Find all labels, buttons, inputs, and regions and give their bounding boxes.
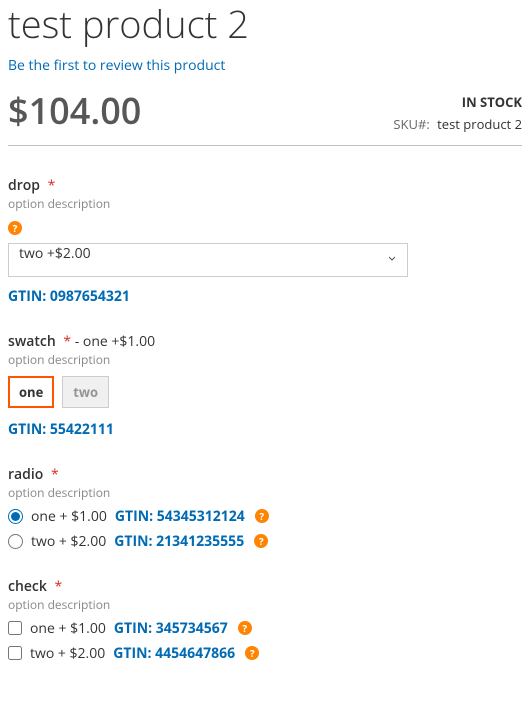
help-icon[interactable]: ?: [238, 621, 252, 635]
radio-text: two + $2.00: [31, 532, 106, 551]
required-star: *: [63, 332, 71, 351]
option-label: check: [8, 577, 47, 596]
radio-item[interactable]: two + $2.00 GTIN: 21341235555 ?: [8, 532, 522, 551]
divider: [8, 145, 522, 146]
required-star: *: [48, 176, 56, 195]
option-description: option description: [8, 351, 522, 368]
check-item[interactable]: one + $1.00 GTIN: 345734567 ?: [8, 619, 522, 638]
page-title: test product 2: [8, 4, 522, 46]
help-icon[interactable]: ?: [255, 509, 269, 523]
check-text: two + $2.00: [30, 644, 105, 663]
option-drop: drop * option description ? two +$2.00 G…: [8, 176, 522, 306]
help-icon[interactable]: ?: [245, 646, 259, 660]
gtin-value: GTIN: 55422111: [8, 420, 522, 439]
checkbox-input[interactable]: [8, 646, 22, 660]
gtin-value: GTIN: 4454647866: [113, 644, 235, 663]
option-label: radio: [8, 465, 43, 484]
option-description: option description: [8, 484, 522, 501]
help-icon[interactable]: ?: [8, 221, 22, 235]
option-check: check * option description one + $1.00 G…: [8, 577, 522, 663]
drop-select[interactable]: two +$2.00: [8, 243, 408, 277]
option-swatch: swatch * - one +$1.00 option description…: [8, 332, 522, 439]
swatch-option-two[interactable]: two: [62, 376, 109, 408]
help-icon[interactable]: ?: [254, 534, 268, 548]
required-star: *: [55, 577, 63, 596]
price: $104.00: [8, 93, 141, 129]
review-link[interactable]: Be the first to review this product: [8, 56, 225, 75]
gtin-value: GTIN: 54345312124: [115, 507, 245, 526]
option-radio: radio * option description one + $1.00 G…: [8, 465, 522, 551]
radio-text: one + $1.00: [31, 507, 107, 526]
swatch-selected-label: - one +$1.00: [75, 332, 155, 351]
option-description: option description: [8, 596, 522, 613]
sku-label: SKU#:: [393, 115, 429, 133]
radio-item[interactable]: one + $1.00 GTIN: 54345312124 ?: [8, 507, 522, 526]
gtin-value: GTIN: 0987654321: [8, 287, 522, 306]
swatch-option-one[interactable]: one: [8, 376, 54, 408]
option-label: drop: [8, 176, 40, 195]
radio-input[interactable]: [8, 509, 23, 524]
option-label: swatch: [8, 332, 56, 351]
option-description: option description: [8, 195, 522, 212]
radio-input[interactable]: [8, 534, 23, 549]
stock-status: IN STOCK: [393, 93, 522, 111]
gtin-value: GTIN: 21341235555: [114, 532, 244, 551]
check-item[interactable]: two + $2.00 GTIN: 4454647866 ?: [8, 644, 522, 663]
sku-value: test product 2: [437, 115, 522, 133]
checkbox-input[interactable]: [8, 621, 22, 635]
required-star: *: [51, 465, 59, 484]
gtin-value: GTIN: 345734567: [114, 619, 228, 638]
check-text: one + $1.00: [30, 619, 106, 638]
